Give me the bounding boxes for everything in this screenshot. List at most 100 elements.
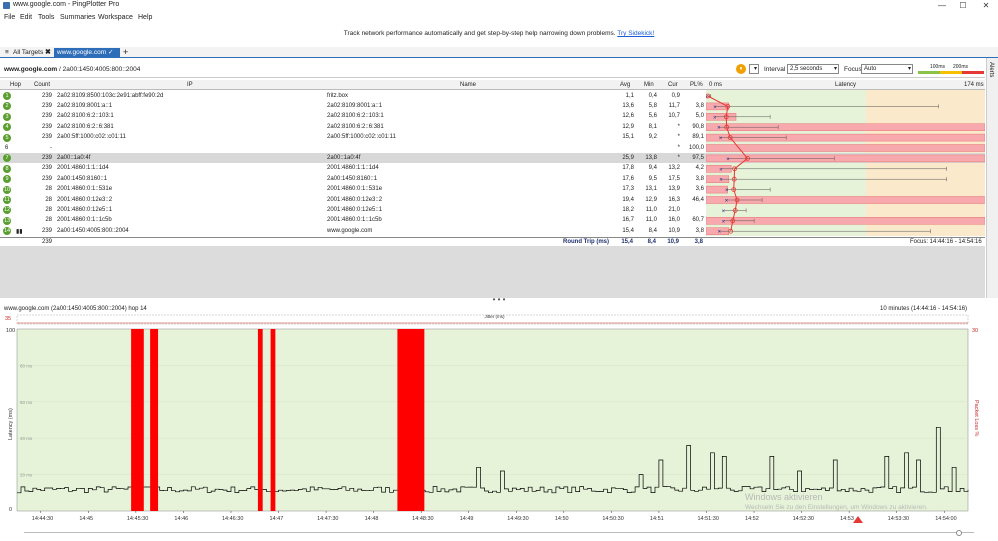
menu-tools[interactable]: Tools	[38, 14, 54, 21]
col-min[interactable]: Min	[644, 82, 654, 88]
col-latency[interactable]: Latency	[835, 82, 856, 88]
close-icon[interactable]: ✕	[978, 0, 994, 11]
hop-name: 2001:4860:0:1::531e	[327, 186, 383, 193]
hop-badge: 7	[3, 154, 11, 163]
hop-cur: *	[677, 154, 680, 161]
latency-min-marker: ×	[713, 115, 717, 121]
hop-name: fritz.box	[327, 92, 349, 99]
hop-name: 2001:4860:0:1::1c5b	[327, 217, 382, 224]
latency-min-marker: ×	[722, 209, 726, 215]
hop-cur: 21,0	[668, 206, 680, 213]
latency-min-marker: ×	[725, 188, 729, 194]
hop-ip: 2a00::1a0:4f	[57, 154, 91, 161]
hop-ip: 2001:4860:1:1::1d4	[57, 165, 109, 172]
tab-google[interactable]: www.google.com ✓	[54, 48, 120, 58]
hop-ip: 2001:4860:0:12e3::2	[57, 196, 113, 203]
sidekick-link[interactable]: Try Sidekick!	[617, 30, 654, 37]
x-tick-label: 14:48	[365, 516, 379, 522]
hop-ip: 2a00:1450:8160::1	[57, 175, 108, 182]
x-tick-label: 14:49:30	[507, 516, 528, 522]
minimize-icon[interactable]: —	[934, 0, 950, 11]
focus-select[interactable]: Auto	[861, 64, 913, 74]
target-toolbar: www.google.com / 2a00:1450:4005:800::200…	[0, 62, 985, 78]
graph-range: 10 minutes (14:44:16 - 14:54:16)	[880, 306, 968, 312]
graph-icon[interactable]: ▮▮	[16, 228, 23, 235]
focus-marker-icon	[853, 516, 863, 523]
hop-min: 13,8	[645, 154, 657, 161]
add-tab-icon[interactable]: +	[120, 48, 131, 58]
window-title: www.google.com - PingPlotter Pro	[13, 1, 120, 8]
focus-label: Focus	[844, 66, 862, 73]
hop-name: 2a02:8100:6:2::103:1	[327, 113, 384, 120]
hop-avg: 16,7	[622, 217, 634, 224]
col-latency-zero: 0 ms	[709, 82, 723, 88]
hop-name: 2001:4860:0:12e5::1	[327, 206, 383, 213]
hop-cur: *	[677, 123, 680, 130]
hop-min: 9,5	[648, 175, 657, 182]
latency-min-marker: ×	[717, 126, 721, 132]
footer-cur: 10,9	[667, 239, 679, 245]
alerts-label: Alerts	[988, 62, 994, 78]
jitter-label: Jitter (ms)	[485, 314, 505, 319]
y-zero-label: 0	[9, 507, 12, 513]
hop-min: 11,0	[645, 217, 657, 224]
col-cur[interactable]: Cur	[668, 82, 678, 88]
hop-count: 28	[45, 217, 52, 224]
latency-min-marker: ×	[719, 178, 723, 184]
menu-file[interactable]: File	[4, 14, 15, 21]
hop-ip: 2001:4860:0:1::531e	[57, 186, 113, 193]
hop-badge: 10	[3, 185, 11, 194]
hop-name: 2001:4860:0:12e3::2	[327, 196, 383, 203]
packet-loss-bar	[131, 329, 144, 511]
latency-min-marker: ×	[725, 199, 729, 205]
footer-label: Round Trip (ms)	[563, 239, 609, 245]
hop-pl: 3,6	[695, 186, 704, 193]
menu-edit[interactable]: Edit	[20, 14, 32, 21]
menu-workspace[interactable]: Workspace	[98, 14, 133, 21]
hop-avg: 17,8	[622, 165, 634, 172]
check-icon: ✓	[107, 49, 114, 56]
x-tick-label: 14:49	[460, 516, 474, 522]
interval-select[interactable]: 2,5 seconds	[787, 64, 839, 74]
hop-avg: 17,6	[622, 175, 634, 182]
col-name[interactable]: Name	[460, 82, 476, 88]
maximize-icon[interactable]: ☐	[955, 0, 971, 11]
x-tick-label: 14:46:30	[222, 516, 243, 522]
tab-all-targets[interactable]: All Targets	[10, 48, 46, 58]
hop-ip: 2a02:8100:6:2::6:381	[57, 123, 114, 130]
menu-summaries[interactable]: Summaries	[60, 14, 95, 21]
x-tick-label: 14:45:30	[127, 516, 148, 522]
col-pl[interactable]: PL%	[690, 82, 703, 88]
x-tick-label: 14:51:30	[697, 516, 718, 522]
col-latency-max: 174 ms	[964, 82, 984, 88]
pl-top-label: 30	[972, 328, 978, 334]
alerts-panel-tab[interactable]: Alerts	[986, 58, 998, 298]
hop-ip: 2a00:5ff:1000:c02::c01:11	[57, 134, 126, 141]
footer-avg: 15,4	[621, 239, 633, 245]
x-tick-label: 14:53:30	[888, 516, 909, 522]
sidekick-banner: Track network performance automatically …	[0, 30, 998, 37]
hop-cur: 0,9	[671, 92, 680, 99]
close-tab-icon[interactable]: ✖	[42, 48, 54, 58]
hop-min: 12,9	[645, 196, 657, 203]
threshold-200: 200ms	[953, 64, 969, 70]
hop-ip: 2a02:8100:6:2::103:1	[57, 113, 114, 120]
pane-splitter[interactable]: • • •	[0, 296, 998, 304]
latency-min-marker: ×	[719, 136, 723, 142]
col-count[interactable]: Count	[34, 82, 50, 88]
target-ip: / 2a00:1450:4005:800::2004	[59, 66, 141, 73]
timeline-scrollbar[interactable]	[24, 530, 974, 536]
col-hop[interactable]: Hop	[10, 82, 21, 88]
pause-icon[interactable]: ⏸	[736, 64, 746, 74]
col-avg[interactable]: Avg	[620, 82, 630, 88]
hop-min: 11,0	[645, 206, 657, 213]
hop-badge: 1	[3, 92, 11, 100]
hop-min: 5,6	[648, 113, 657, 120]
col-ip[interactable]: IP	[187, 82, 193, 88]
scroll-knob[interactable]	[956, 530, 962, 536]
menu-help[interactable]: Help	[138, 14, 152, 21]
y-tick-label: 60 ms	[20, 400, 33, 405]
hop-ip: 2a02:8109:8001:a::1	[57, 102, 113, 109]
play-menu-dropdown[interactable]	[749, 64, 759, 74]
x-tick-label: 14:54:00	[935, 516, 956, 522]
